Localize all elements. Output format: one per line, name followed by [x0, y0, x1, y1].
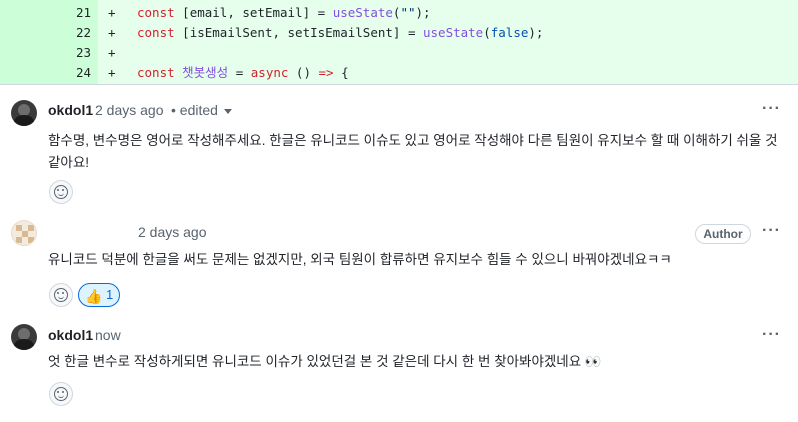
comment-timestamp[interactable]: 2 days ago: [95, 102, 164, 118]
code-text: const 챗봇생성 = async () => {: [137, 65, 349, 80]
user-avatar[interactable]: [11, 324, 37, 350]
line-number: 23: [75, 45, 91, 60]
identicon-avatar[interactable]: [11, 220, 37, 246]
smiley-icon: [54, 387, 68, 401]
comment-timestamp[interactable]: now: [95, 327, 121, 343]
smiley-icon: [54, 288, 68, 302]
comment-body: 엇 한글 변수로 작성하게되면 유니코드 이슈가 있었던걸 본 것 같은데 다시…: [48, 354, 602, 369]
diff-sign: +: [108, 25, 116, 40]
diff-line: 21 + const [email, setEmail] = useState(…: [0, 3, 798, 23]
edited-indicator[interactable]: • edited: [171, 102, 232, 118]
thumbs-up-reaction[interactable]: 👍 1: [78, 283, 120, 307]
diff-block: 21 + const [email, setEmail] = useState(…: [0, 0, 798, 85]
code-text: const [isEmailSent, setIsEmailSent] = us…: [137, 25, 544, 40]
line-number: 21: [75, 5, 91, 20]
author-badge: Author: [695, 224, 751, 244]
diff-sign: +: [108, 65, 116, 80]
add-reaction-button[interactable]: [49, 180, 73, 204]
user-avatar[interactable]: [11, 100, 37, 126]
comment-author[interactable]: okdol1: [48, 102, 93, 118]
add-reaction-button[interactable]: [49, 382, 73, 406]
kebab-icon[interactable]: ···: [762, 100, 781, 118]
line-number: 22: [75, 25, 91, 40]
kebab-icon[interactable]: ···: [762, 222, 781, 240]
edited-label: • edited: [171, 102, 218, 118]
diff-sign: +: [108, 5, 116, 20]
diff-line: 22 + const [isEmailSent, setIsEmailSent]…: [0, 23, 798, 43]
comment-body: 유니코드 덕분에 한글을 써도 문제는 없겠지만, 외국 팀원이 합류하면 유지…: [48, 252, 672, 267]
diff-sign: +: [108, 45, 116, 60]
thumbs-up-icon: 👍: [85, 288, 103, 304]
diff-line: 23 +: [0, 43, 798, 63]
comment-author[interactable]: okdol1: [48, 327, 93, 343]
line-number: 24: [75, 65, 91, 80]
smiley-icon: [54, 185, 68, 199]
kebab-icon[interactable]: ···: [762, 326, 781, 344]
comment-body: 함수명, 변수명은 영어로 작성해주세요. 한글은 유니코드 이슈도 있고 영어…: [48, 133, 778, 170]
reaction-count: 1: [106, 287, 114, 302]
diff-line: 24 + const 챗봇생성 = async () => {: [0, 63, 798, 83]
caret-down-icon: [223, 108, 232, 114]
code-text: const [email, setEmail] = useState("");: [137, 5, 431, 20]
comment-timestamp[interactable]: 2 days ago: [138, 224, 207, 240]
add-reaction-button[interactable]: [49, 283, 73, 307]
